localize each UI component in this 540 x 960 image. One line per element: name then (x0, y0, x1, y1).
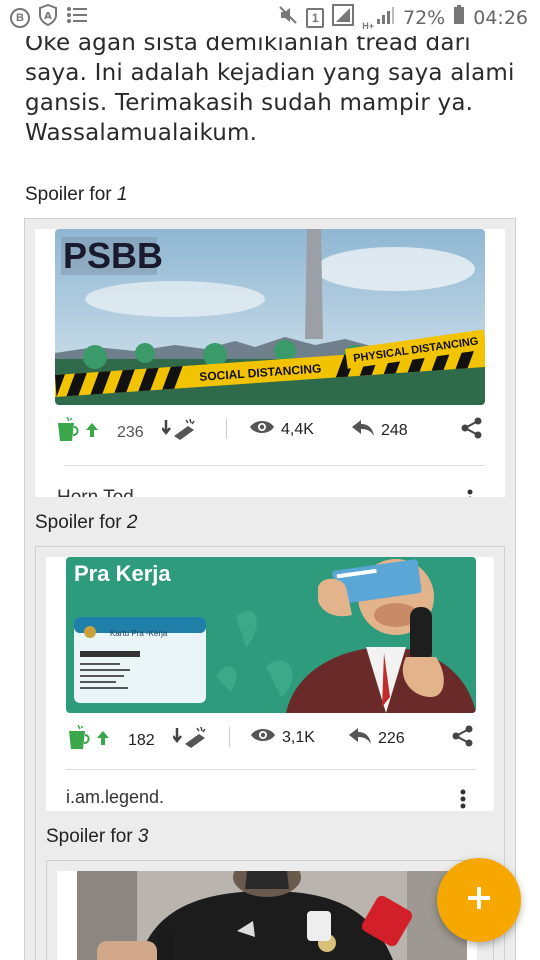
card-divider (66, 769, 476, 770)
more-options-icon[interactable] (460, 789, 466, 811)
thread-banner-prakerja[interactable]: Pra Kerja Kartu Pra -Kerja (66, 557, 476, 713)
spoiler-label-prefix: Spoiler for (46, 826, 138, 847)
svg-text:A: A (44, 11, 52, 22)
thread-banner-psbb[interactable]: SOCIAL DISTANCING PHYSICAL DISTANCING PS… (55, 229, 485, 405)
share-button[interactable] (452, 725, 474, 752)
a-shield-icon: A (38, 3, 58, 32)
upvote-arrow-icon[interactable] (85, 422, 99, 443)
stats-divider (229, 727, 230, 747)
more-options-icon[interactable] (467, 489, 473, 497)
thread-card-1[interactable]: SOCIAL DISTANCING PHYSICAL DISTANCING PS… (35, 229, 505, 497)
spoiler-box-3 (46, 860, 494, 960)
thread-banner-3[interactable] (77, 871, 467, 960)
view-count-value: 3,1K (282, 728, 315, 746)
share-icon (452, 725, 474, 752)
cendol-glass-icon (55, 416, 79, 448)
downvote-brick-icon[interactable] (160, 418, 196, 447)
spoiler-label-1[interactable]: Spoiler for 1 (25, 184, 127, 206)
cendol-vote[interactable]: 182 (66, 724, 207, 756)
stats-divider (226, 419, 227, 439)
thread-card-2[interactable]: Pra Kerja Kartu Pra -Kerja 182 3,1K 226 … (46, 557, 494, 811)
spoiler-box-2: Pra Kerja Kartu Pra -Kerja 182 3,1K 226 … (35, 546, 505, 960)
spoiler-label-3[interactable]: Spoiler for 3 (46, 826, 148, 848)
cendol-glass-icon (66, 724, 90, 756)
author-name[interactable]: Horn Tod (57, 487, 134, 497)
new-thread-fab[interactable] (437, 858, 521, 942)
banner-title: PSBB (63, 235, 163, 276)
signal-icon (332, 4, 355, 32)
cendol-vote[interactable]: 236 (55, 416, 196, 448)
mute-icon (278, 5, 298, 31)
upvote-arrow-icon[interactable] (96, 730, 110, 751)
banner-title: Pra Kerja (74, 561, 171, 586)
status-bar: B A 1 H+ 72% 04:26 (0, 0, 540, 36)
cell-signal-icon (375, 5, 395, 31)
article-text: Oke agan sista demikianlah tread dari sa… (25, 30, 515, 146)
spoiler-label-prefix: Spoiler for (35, 512, 127, 533)
clock: 04:26 (473, 7, 528, 29)
card-title: Kartu Pra -Kerja (110, 629, 168, 638)
battery-percent: 72% (403, 7, 446, 29)
spoiler-label-num: 1 (116, 184, 128, 205)
b-icon: B (10, 8, 30, 28)
share-button[interactable] (461, 417, 483, 444)
spoiler-label-2[interactable]: Spoiler for 2 (35, 512, 137, 534)
view-count: 4,4K (249, 419, 314, 440)
spoiler-label-num: 3 (137, 826, 149, 847)
list-icon (66, 5, 88, 31)
reply-count[interactable]: 226 (348, 727, 405, 750)
downvote-brick-icon[interactable] (171, 726, 207, 755)
sim-icon: 1 (306, 8, 325, 28)
reply-arrow-icon (351, 419, 375, 442)
author-name[interactable]: i.am.legend. (66, 787, 164, 808)
battery-icon (453, 5, 465, 31)
spoiler-label-prefix: Spoiler for (25, 184, 117, 205)
cendol-count: 236 (117, 423, 144, 441)
view-count: 3,1K (250, 727, 315, 748)
network-type: H+ (362, 21, 374, 31)
reply-count-value: 226 (378, 729, 405, 747)
spoiler-label-num: 2 (126, 512, 138, 533)
spoiler-box-1: SOCIAL DISTANCING PHYSICAL DISTANCING PS… (24, 218, 516, 960)
eye-icon (250, 727, 276, 748)
cendol-count: 182 (128, 731, 155, 749)
reply-count-value: 248 (381, 421, 408, 439)
eye-icon (249, 419, 275, 440)
reply-count[interactable]: 248 (351, 419, 408, 442)
view-count-value: 4,4K (281, 420, 314, 438)
reply-arrow-icon (348, 727, 372, 750)
thread-card-3[interactable] (57, 871, 477, 960)
share-icon (461, 417, 483, 444)
plus-icon (466, 885, 492, 916)
card-divider (65, 465, 485, 466)
